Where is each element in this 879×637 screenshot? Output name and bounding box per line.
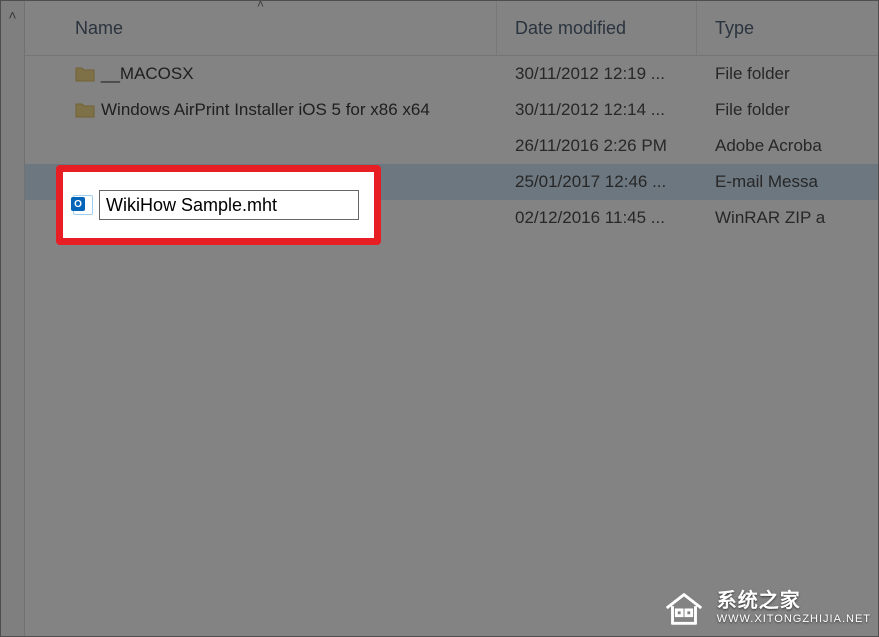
file-date: 30/11/2012 12:19 ...: [497, 64, 697, 84]
file-type: E-mail Messa: [697, 172, 878, 192]
column-header-name[interactable]: ˄ Name: [25, 1, 497, 55]
watermark-url: WWW.XITONGZHIJIA.NET: [717, 613, 871, 626]
file-type: Adobe Acroba: [697, 136, 878, 156]
file-row[interactable]: __MACOSX 30/11/2012 12:19 ... File folde…: [25, 56, 878, 92]
column-header-date-label: Date modified: [515, 18, 626, 39]
rename-highlight-box: [56, 165, 381, 245]
file-name: Windows AirPrint Installer iOS 5 for x86…: [101, 100, 430, 120]
file-date: 30/11/2012 12:14 ...: [497, 100, 697, 120]
folder-icon: [75, 100, 95, 120]
file-row[interactable]: pdf-sample 26/11/2016 2:26 PM Adobe Acro…: [25, 128, 878, 164]
file-list: __MACOSX 30/11/2012 12:19 ... File folde…: [25, 56, 878, 636]
file-type: WinRAR ZIP a: [697, 208, 878, 228]
file-type: File folder: [697, 100, 878, 120]
watermark-title: 系统之家: [717, 590, 871, 613]
file-row[interactable]: Windows AirPrint Installer iOS 5 for x86…: [25, 92, 878, 128]
outlook-icon: [73, 195, 93, 215]
file-rename-input[interactable]: [99, 190, 359, 220]
file-explorer-pane: ˄ ˄ Name Date modified Type __MACOSX 30/…: [0, 0, 879, 637]
file-date: 26/11/2016 2:26 PM: [497, 136, 697, 156]
sort-ascending-icon: ˄: [257, 1, 264, 11]
column-header-name-label: Name: [75, 18, 123, 39]
scroll-up-arrow-icon[interactable]: ˄: [1, 7, 24, 23]
watermark-logo-icon: [661, 585, 707, 631]
vertical-scrollbar[interactable]: ˄: [1, 1, 25, 636]
column-header-type-label: Type: [715, 18, 754, 39]
column-header-row: ˄ Name Date modified Type: [25, 1, 878, 56]
column-header-date[interactable]: Date modified: [497, 1, 697, 55]
file-date: 02/12/2016 11:45 ...: [497, 208, 697, 228]
file-name: __MACOSX: [101, 64, 194, 84]
folder-icon: [75, 64, 95, 84]
column-header-type[interactable]: Type: [697, 1, 878, 55]
file-date: 25/01/2017 12:46 ...: [497, 172, 697, 192]
watermark: 系统之家 WWW.XITONGZHIJIA.NET: [661, 585, 871, 631]
file-type: File folder: [697, 64, 878, 84]
